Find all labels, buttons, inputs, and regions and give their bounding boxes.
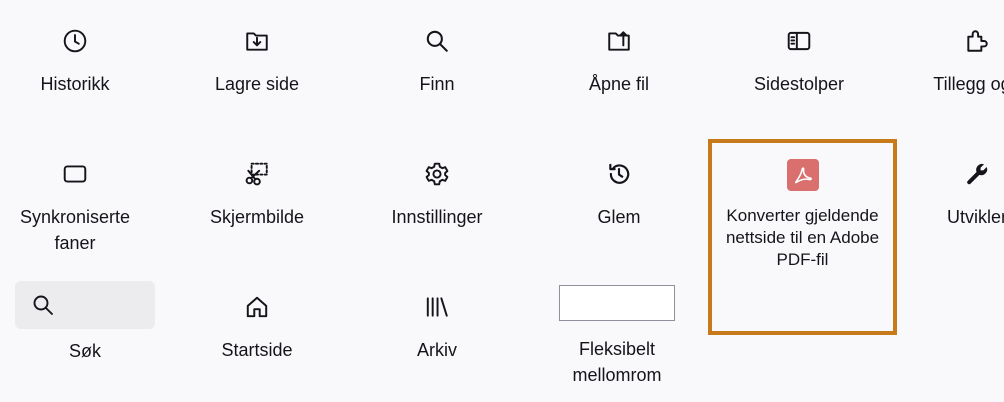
settings-label: Innstillinger: [391, 207, 483, 227]
sidebars-label: Sidestolper: [753, 74, 845, 94]
save-page-icon: [243, 27, 271, 55]
save-page-button[interactable]: Lagre side: [182, 27, 332, 97]
open-file-button[interactable]: Åpne fil: [544, 27, 694, 97]
find-label: Finn: [419, 74, 455, 94]
search-label: Søk: [68, 341, 101, 361]
sidebars-button[interactable]: Sidestolper: [724, 27, 874, 97]
adobe-pdf-icon: [786, 159, 819, 191]
search-icon: [423, 27, 451, 55]
search-widget[interactable]: Søk: [10, 281, 160, 364]
open-file-label: Åpne fil: [588, 74, 650, 94]
clock-icon: [61, 27, 89, 55]
history-label: Historikk: [40, 74, 110, 94]
flexible-space-label: Fleksibelt mellomrom: [572, 339, 662, 385]
forget-label: Glem: [597, 207, 641, 227]
screenshot-icon: [243, 160, 271, 188]
home-icon: [243, 293, 271, 321]
screenshot-button[interactable]: Skjermbilde: [182, 160, 332, 230]
open-file-icon: [605, 27, 633, 55]
search-icon: [33, 295, 53, 315]
search-field-placeholder: [15, 281, 155, 329]
developer-button[interactable]: Utvikler: [902, 160, 1004, 230]
find-button[interactable]: Finn: [362, 27, 512, 97]
synced-tabs-button[interactable]: Synkroniserte faner: [0, 160, 150, 256]
home-button[interactable]: Startside: [182, 293, 332, 363]
wrench-icon: [963, 160, 991, 188]
synced-tabs-icon: [61, 160, 89, 188]
convert-pdf-button[interactable]: Konverter gjeldende nettside til en Adob…: [708, 139, 897, 335]
gear-icon: [423, 160, 451, 188]
sidebar-icon: [785, 27, 813, 55]
forget-button[interactable]: Glem: [544, 160, 694, 230]
addons-label: Tillegg og t: [933, 74, 1004, 94]
library-label: Arkiv: [417, 340, 457, 360]
flexible-space-item[interactable]: Fleksibelt mellomrom: [542, 285, 692, 388]
library-button[interactable]: Arkiv: [362, 293, 512, 363]
screenshot-label: Skjermbilde: [209, 207, 305, 227]
forget-icon: [605, 160, 633, 188]
convert-pdf-label: Konverter gjeldende nettside til en Adob…: [725, 206, 880, 269]
save-page-label: Lagre side: [214, 74, 300, 94]
flexible-space-box: [559, 285, 675, 321]
history-button[interactable]: Historikk: [0, 27, 150, 97]
synced-tabs-label: Synkroniserte faner: [19, 207, 131, 253]
developer-label: Utvikler: [946, 207, 1004, 227]
home-label: Startside: [221, 340, 293, 360]
puzzle-icon: [963, 27, 991, 55]
library-icon: [423, 293, 451, 321]
addons-button[interactable]: Tillegg og t: [902, 27, 1004, 97]
settings-button[interactable]: Innstillinger: [362, 160, 512, 230]
